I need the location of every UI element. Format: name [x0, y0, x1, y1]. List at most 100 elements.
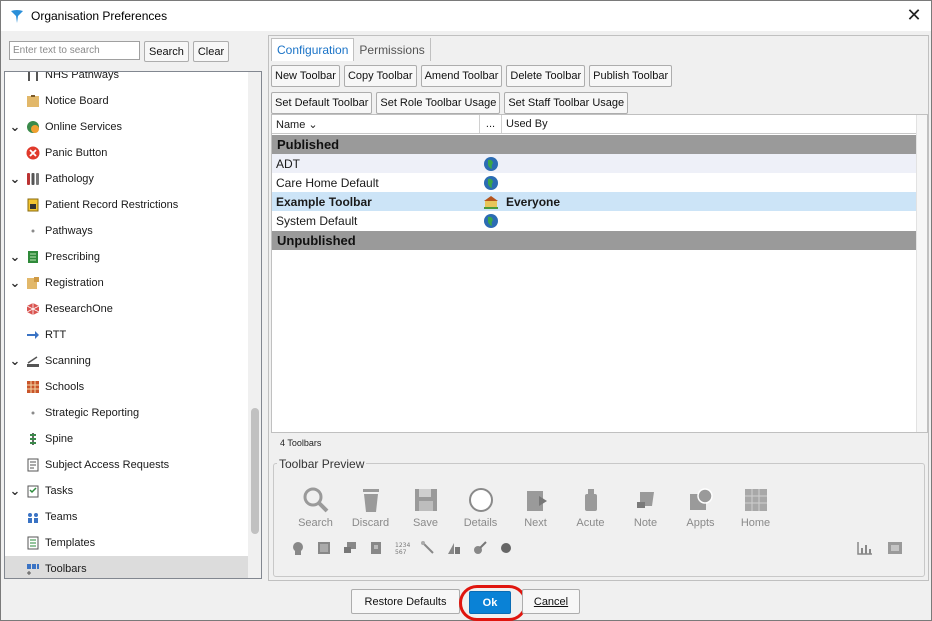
- close-icon[interactable]: ✕: [903, 5, 925, 27]
- wand-icon: [421, 541, 434, 554]
- head-icon: [293, 542, 303, 555]
- sidebar-item-label: Notice Board: [45, 95, 109, 107]
- pin-icon: [474, 541, 487, 554]
- pathology-icon: [25, 171, 41, 187]
- sidebar-item-researchone[interactable]: ResearchOne: [5, 296, 249, 322]
- circle-icon: [468, 488, 493, 512]
- chevron-down-icon[interactable]: ⌄: [7, 275, 23, 291]
- sidebar-item-panic-button[interactable]: Panic Button: [5, 140, 249, 166]
- building-icon: [480, 194, 502, 210]
- dot-icon: [25, 405, 41, 421]
- sidebar-item-schools[interactable]: Schools: [5, 374, 249, 400]
- delete-toolbar-button[interactable]: Delete Toolbar: [506, 65, 586, 87]
- sidebar-item-nhs-pathways[interactable]: NHS Pathways: [5, 72, 249, 88]
- new-toolbar-button[interactable]: New Toolbar: [271, 65, 340, 87]
- clear-button[interactable]: Clear: [192, 41, 230, 62]
- sidebar-item-label: Registration: [45, 277, 104, 289]
- notice-board-icon: [25, 93, 41, 109]
- sidebar-item-teams[interactable]: Teams: [5, 504, 249, 530]
- sidebar-item-subject-access-requests[interactable]: Subject Access Requests: [5, 452, 249, 478]
- sidebar-item-registration[interactable]: ⌄ Registration: [5, 270, 249, 296]
- tab-permissions[interactable]: Permissions: [354, 38, 431, 61]
- preview-details: Details: [453, 486, 508, 529]
- table-row-selected[interactable]: Example Toolbar Everyone: [272, 192, 917, 211]
- bottle-icon: [584, 489, 597, 511]
- sidebar-item-label: Online Services: [45, 121, 123, 133]
- numbers-icon: 1234567: [395, 542, 410, 556]
- publish-toolbar-button[interactable]: Publish Toolbar: [589, 65, 673, 87]
- set-role-toolbar-usage-button[interactable]: Set Role Toolbar Usage: [376, 92, 501, 114]
- sidebar-item-toolbars[interactable]: Toolbars: [5, 556, 249, 578]
- chevron-down-icon[interactable]: ⌄: [7, 483, 23, 499]
- restore-defaults-button[interactable]: Restore Defaults: [351, 589, 460, 614]
- sidebar-item-pathways[interactable]: Pathways: [5, 218, 249, 244]
- sidebar-item-notice-board[interactable]: Notice Board: [5, 88, 249, 114]
- search-input[interactable]: [9, 41, 140, 60]
- sidebar-item-scanning[interactable]: ⌄ Scanning: [5, 348, 249, 374]
- set-default-toolbar-button[interactable]: Set Default Toolbar: [271, 92, 373, 114]
- preferences-tree: NHS Pathways Notice Board ⌄ Online Services…: [4, 71, 262, 579]
- sidebar-item-online-services[interactable]: ⌄ Online Services: [5, 114, 249, 140]
- chevron-down-icon[interactable]: ⌄: [7, 119, 23, 135]
- column-name[interactable]: Name ⌄: [272, 115, 480, 133]
- sidebar-item-label: Pathology: [45, 173, 94, 185]
- tree-list: NHS Pathways Notice Board ⌄ Online Services…: [5, 72, 249, 578]
- tab-configuration[interactable]: Configuration: [271, 38, 355, 61]
- table-row[interactable]: ADT: [272, 154, 917, 173]
- sidebar-item-tasks[interactable]: ⌄ Tasks: [5, 478, 249, 504]
- column-dots[interactable]: ...: [480, 115, 502, 133]
- toolbar-actions-row-1: New Toolbar Copy Toolbar Amend Toolbar D…: [271, 65, 673, 87]
- tree-scrollbar[interactable]: [248, 72, 261, 578]
- left-panel: Search Clear NHS Pathways Notice Board ⌄ On…: [4, 35, 262, 581]
- cancel-button[interactable]: Cancel: [522, 589, 580, 614]
- column-used-by[interactable]: Used By: [502, 115, 917, 133]
- sidebar-item-spine[interactable]: Spine: [5, 426, 249, 452]
- sidebar-item-label: Tasks: [45, 485, 74, 497]
- sidebar-item-templates[interactable]: Templates: [5, 530, 249, 556]
- ok-button[interactable]: Ok: [469, 591, 511, 614]
- sidebar-item-label: Pathways: [45, 225, 93, 237]
- registration-icon: [25, 275, 41, 291]
- preview-small-right-buttons: [856, 540, 904, 556]
- preferences-window: Organisation Preferences ✕ Search Clear …: [0, 0, 932, 621]
- copy-toolbar-button[interactable]: Copy Toolbar: [343, 65, 417, 87]
- globe-icon: [480, 175, 502, 191]
- table-row[interactable]: System Default: [272, 211, 917, 230]
- grid-scrollbar[interactable]: [916, 115, 927, 432]
- shapes-icon: [448, 543, 460, 554]
- group-published[interactable]: Published: [272, 135, 917, 154]
- sidebar-item-label: Toolbars: [45, 563, 87, 575]
- preview-note: Note: [618, 486, 673, 529]
- amend-toolbar-button[interactable]: Amend Toolbar: [420, 65, 503, 87]
- svg-text:567: 567: [395, 549, 407, 556]
- toolbars-grid: Name ⌄ ... Used By Published ADT Care Ho…: [271, 114, 928, 433]
- chart-icon: [857, 542, 872, 555]
- sidebar-item-label: Patient Record Restrictions: [45, 199, 179, 211]
- chevron-down-icon[interactable]: ⌄: [7, 171, 23, 187]
- lock-icon: [25, 197, 41, 213]
- search-button[interactable]: Search: [144, 41, 189, 62]
- sidebar-item-pathology[interactable]: ⌄ Pathology: [5, 166, 249, 192]
- research-icon: [25, 301, 41, 317]
- online-services-icon: [25, 119, 41, 135]
- scanner-icon: [25, 353, 41, 369]
- table-row[interactable]: Care Home Default: [272, 173, 917, 192]
- arrow-right-icon: [25, 327, 41, 343]
- toolbar-preview: Toolbar Preview Search Discard Save Deta…: [273, 457, 925, 577]
- sidebar-item-rtt[interactable]: RTT: [5, 322, 249, 348]
- dialog-footer: Restore Defaults Ok Cancel: [1, 585, 931, 621]
- group-unpublished[interactable]: Unpublished: [272, 231, 917, 250]
- right-panel: Configuration Permissions New Toolbar Co…: [268, 35, 929, 581]
- set-staff-toolbar-usage-button[interactable]: Set Staff Toolbar Usage: [504, 92, 629, 114]
- row-used-by: Everyone: [506, 194, 561, 209]
- sidebar-item-patient-record-restrictions[interactable]: Patient Record Restrictions: [5, 192, 249, 218]
- sidebar-item-label: Templates: [45, 537, 96, 549]
- sidebar-item-strategic-reporting[interactable]: Strategic Reporting: [5, 400, 249, 426]
- tree-scrollbar-thumb[interactable]: [251, 408, 259, 534]
- chevron-down-icon[interactable]: ⌄: [7, 249, 23, 265]
- chevron-down-icon[interactable]: ⌄: [7, 353, 23, 369]
- floppy-icon: [414, 489, 437, 511]
- sidebar-item-prescribing[interactable]: ⌄ Prescribing: [5, 244, 249, 270]
- clipboard-icon: [888, 542, 902, 554]
- sidebar-item-label: Teams: [45, 511, 78, 523]
